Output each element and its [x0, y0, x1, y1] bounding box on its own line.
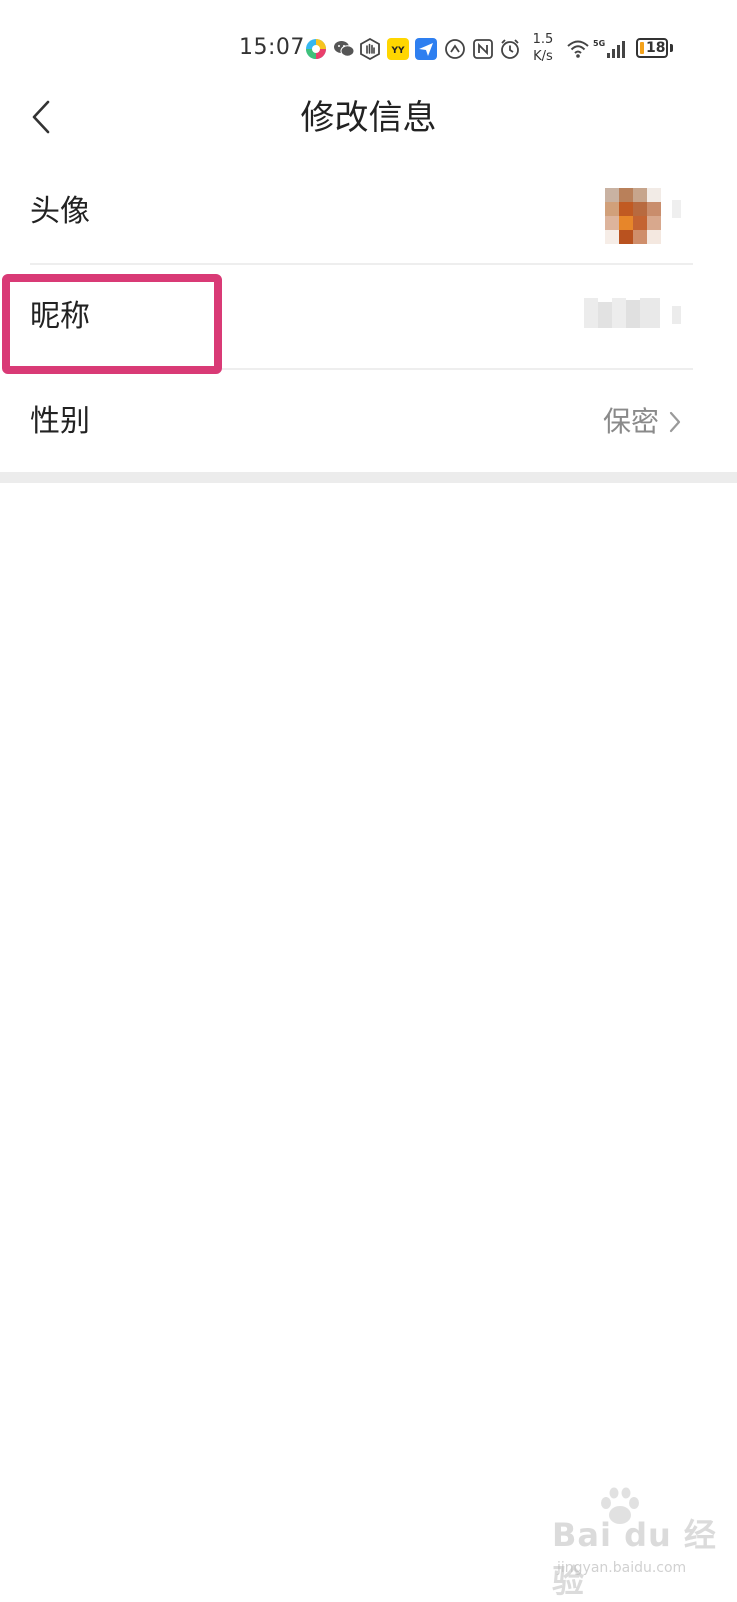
avatar-chevron-blur: [672, 200, 681, 218]
gender-row[interactable]: 性别 保密: [0, 370, 737, 474]
avatar-label: 头像: [30, 194, 90, 229]
gender-value: 保密: [602, 405, 659, 438]
app-colorful-icon: [306, 39, 326, 59]
battery-text: 18: [646, 40, 666, 56]
net-speed-value: 1.5: [532, 32, 554, 47]
battery-level: [640, 42, 644, 54]
chevron-right-icon: [669, 411, 681, 433]
nickname-value-blur: [584, 298, 598, 328]
battery-nub: [670, 44, 673, 52]
page-title: 修改信息: [300, 98, 437, 138]
nickname-highlight-box: [2, 274, 222, 374]
nickname-chevron-blur: [672, 306, 681, 324]
avatar[interactable]: [605, 188, 661, 244]
nickname-value-blur: [626, 300, 640, 328]
watermark-brand: Bai du 经验: [552, 1516, 717, 1600]
paper-plane-icon: [415, 38, 437, 60]
gender-label: 性别: [30, 404, 90, 439]
signal-label: 5G: [593, 39, 605, 48]
wifi-icon: [567, 40, 589, 58]
nfc-icon: [473, 39, 493, 59]
yy-icon: YY: [387, 38, 409, 60]
speed-icon: [445, 39, 465, 59]
hand-icon: [360, 38, 380, 60]
battery-icon: 18: [636, 38, 668, 58]
header: 修改信息: [0, 96, 737, 140]
net-speed: 1.5 K/s: [528, 31, 558, 65]
status-time: 15:07: [239, 35, 305, 60]
svg-text:YY: YY: [390, 46, 405, 56]
nickname-value-blur: [640, 298, 660, 328]
alarm-icon: [501, 39, 519, 59]
nickname-value-blur: [598, 302, 612, 328]
status-bar: 15:07 YY 1.5 K/s 5G 18: [0, 0, 737, 96]
wechat-icon: [334, 41, 355, 57]
nickname-value-blur: [612, 298, 626, 328]
section-separator: [0, 472, 737, 483]
net-speed-unit: K/s: [533, 49, 553, 64]
signal-icon: 5G: [593, 39, 625, 58]
watermark-url: jingyan.baidu.com: [557, 1560, 687, 1576]
